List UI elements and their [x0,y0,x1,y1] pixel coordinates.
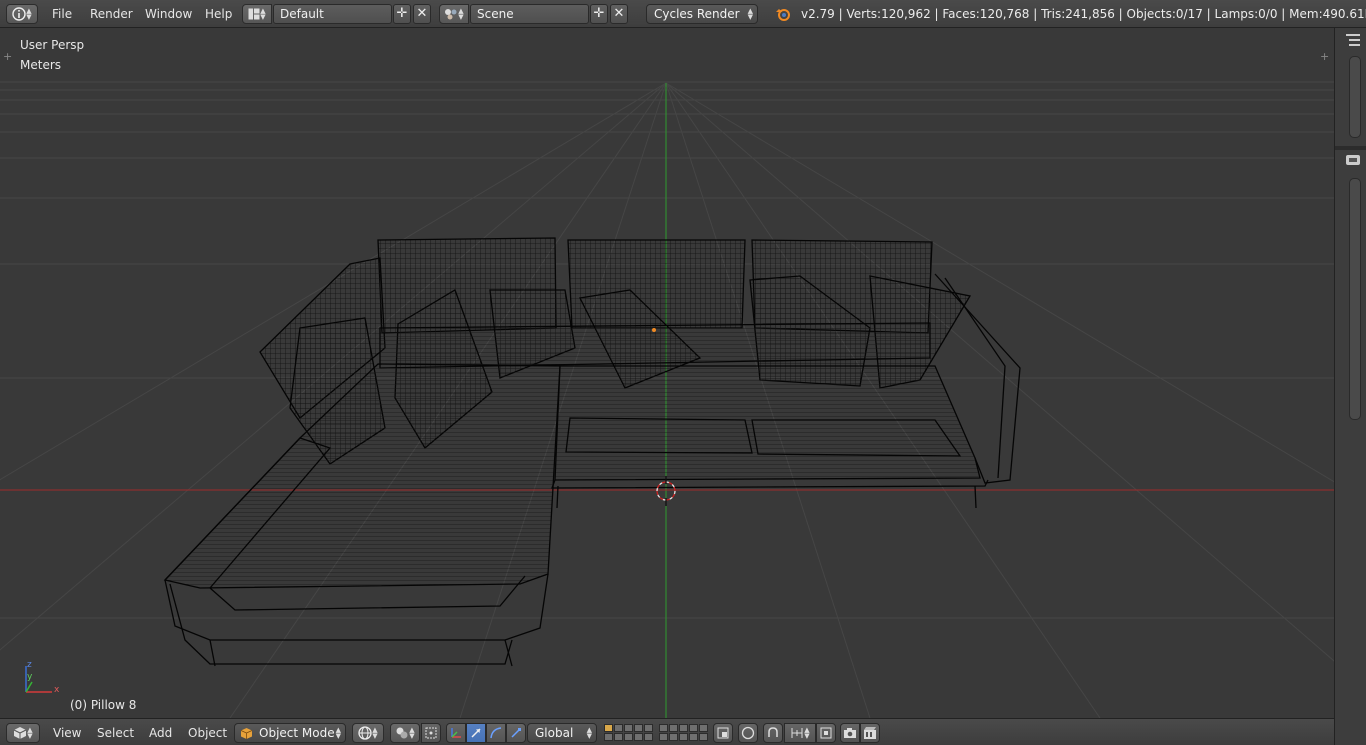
right-editor-strip [1334,28,1366,745]
active-object-label: (0) Pillow 8 [70,698,137,712]
editor-type-button[interactable]: ▲ ▼ [6,4,38,24]
axis-gizmo: z y x [25,660,60,695]
properties-scrollbar[interactable] [1349,178,1361,420]
orientation-dropdown[interactable]: Global ▲ ▼ [527,723,597,743]
3d-cursor [656,476,676,506]
screen-layout-field[interactable]: Default [273,4,392,24]
outliner-scrollbar[interactable] [1349,56,1361,138]
blender-logo-icon [776,9,790,21]
layer-lock-icon [717,727,729,739]
menu-file[interactable]: File [52,7,72,21]
plus-icon: ✛ [593,6,605,21]
snap-element-dropdown[interactable]: ▲ ▼ [784,723,816,743]
object-mode-icon [240,727,253,739]
close-icon: ✕ [416,6,428,21]
snap-icon [768,727,778,737]
add-layout-button[interactable]: ✛ [393,4,411,24]
axis-z-label: z [27,660,32,670]
info-header: ▲ ▼ File Render Window Help ▲ ▼ Default ✛ … [0,0,1366,28]
outliner-icon[interactable] [1345,32,1361,48]
axis-x-label: x [54,685,60,695]
snap-toggle[interactable] [763,723,783,743]
scene-button[interactable]: ▲ ▼ [439,4,469,24]
mode-label: Object Mode [259,726,335,740]
scene-icon [445,9,457,20]
shading-icon [358,726,372,740]
snap-target-icon [820,727,832,739]
screen-layout-button[interactable]: ▲ ▼ [242,4,272,24]
delete-scene-button[interactable]: ✕ [610,4,628,24]
screen-layout-icon [248,8,260,20]
render-icon [864,727,876,739]
mode-dropdown[interactable]: Object Mode ▲ ▼ [234,723,346,743]
sofa-wireframe [163,237,1021,667]
camera-icon [844,728,856,738]
rotate-button[interactable] [486,723,506,743]
manipulator-toggle[interactable] [446,723,466,743]
scale-icon [511,728,521,738]
render-engine-dropdown[interactable]: Cycles Render ▲ ▼ [646,4,758,24]
scale-button[interactable] [506,723,526,743]
object-origin [652,328,656,332]
shading-dropdown[interactable]: ▲ ▼ [352,723,384,743]
scene-field[interactable]: Scene [470,4,589,24]
menu-help[interactable]: Help [205,7,232,21]
orientation-label: Global [535,726,574,740]
add-region-right-icon[interactable]: + [1320,50,1329,63]
view-name-label: User Persp [20,38,85,52]
opengl-render-button[interactable] [840,723,860,743]
pivot-dropdown[interactable]: ▲ ▼ [390,723,420,743]
menu-add[interactable]: Add [149,726,172,740]
menu-render[interactable]: Render [90,7,133,21]
translate-icon [471,728,481,738]
dropdown-arrows-icon: ▲ ▼ [26,7,32,21]
menu-object[interactable]: Object [188,726,227,740]
close-icon: ✕ [613,6,625,21]
info-icon [12,7,26,21]
menu-window[interactable]: Window [145,7,192,21]
translate-button[interactable] [466,723,486,743]
snap-target-button[interactable] [816,723,836,743]
axis-y-label: y [27,672,33,682]
lock-layers-button[interactable] [713,723,733,743]
properties-icon[interactable] [1345,152,1361,168]
region-splitter[interactable] [1335,146,1366,150]
menu-select[interactable]: Select [97,726,134,740]
plus-icon: ✛ [396,6,408,21]
viewport-header: ▲ ▼ View Select Add Object Object Mode ▲ ▼… [0,718,1334,745]
menu-view[interactable]: View [53,726,81,740]
pivot-icon [396,727,408,739]
manipulate-center-button[interactable] [421,723,441,743]
snap-increment-icon [791,728,803,738]
proportional-edit-button[interactable] [738,723,758,743]
proportional-icon [741,726,755,740]
opengl-animation-button[interactable] [860,723,880,743]
rotate-icon [490,727,502,739]
cursor-icon [425,727,437,739]
delete-layout-button[interactable]: ✕ [413,4,431,24]
manipulator-icon [451,728,461,738]
add-scene-button[interactable]: ✛ [590,4,608,24]
add-region-left-icon[interactable]: + [3,50,12,63]
layers-group-1[interactable] [604,724,653,742]
units-label: Meters [20,58,62,72]
view3d-icon [14,727,27,739]
editor-type-button[interactable]: ▲ ▼ [6,723,40,743]
3d-viewport[interactable]: User Persp Meters + + z y x (0) Pillow 8 [0,28,1334,718]
layers-group-2[interactable] [659,724,708,742]
render-engine-label: Cycles Render [654,7,740,21]
scene-statistics: v2.79 | Verts:120,962 | Faces:120,768 | … [801,7,1366,21]
